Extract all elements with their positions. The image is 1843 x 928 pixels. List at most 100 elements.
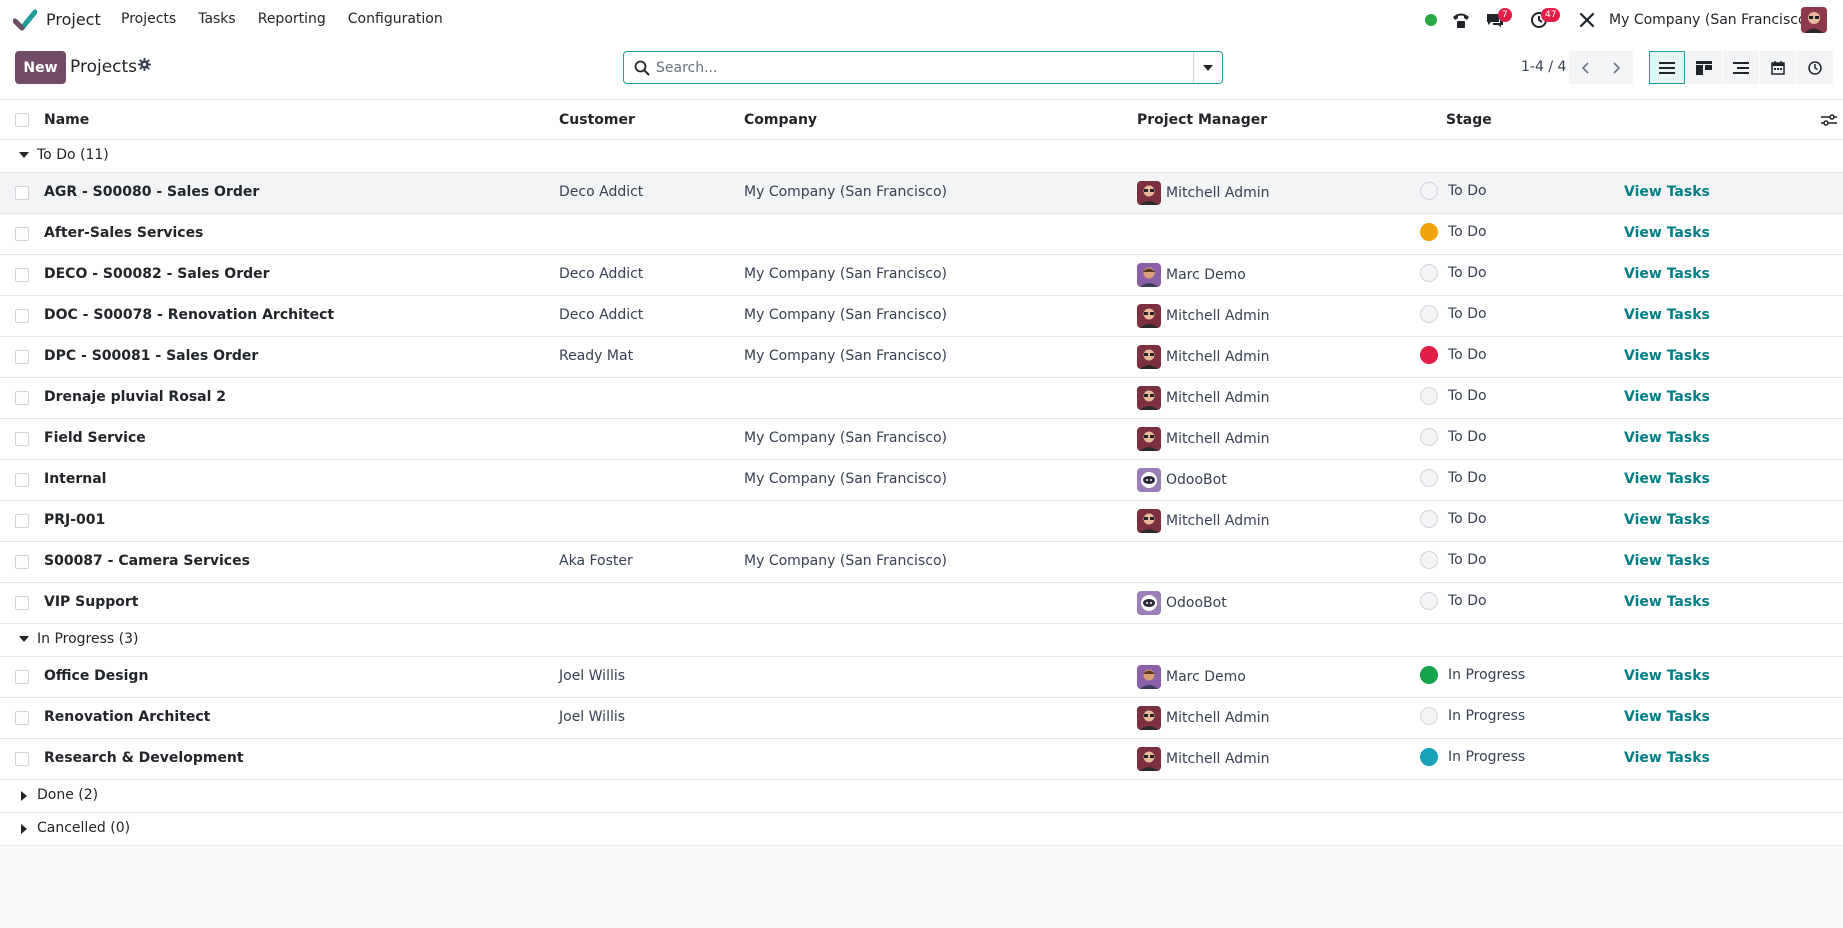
table-row[interactable]: DPC - S00081 - Sales Order Ready Mat My Co… — [0, 337, 1843, 378]
calendar-view-button[interactable] — [1760, 51, 1796, 84]
row-checkbox[interactable] — [15, 432, 29, 446]
project-manager-cell[interactable]: Mitchell Admin — [1137, 706, 1270, 730]
project-name[interactable]: DOC - S00078 - Renovation Architect — [44, 307, 334, 323]
color-status-icon[interactable] — [1420, 469, 1438, 487]
user-avatar[interactable] — [1801, 7, 1827, 33]
table-row[interactable]: AGR - S00080 - Sales Order Deco Addict My … — [0, 173, 1843, 214]
group-done[interactable]: Done (2) — [0, 780, 1843, 813]
project-name[interactable]: Renovation Architect — [44, 709, 210, 725]
table-row[interactable]: DECO - S00082 - Sales Order Deco Addict My… — [0, 255, 1843, 296]
project-name[interactable]: VIP Support — [44, 594, 139, 610]
view-tasks-button[interactable]: View Tasks — [1624, 553, 1710, 569]
search-options-toggle[interactable] — [1193, 52, 1222, 83]
project-app-icon[interactable] — [13, 9, 37, 31]
project-name[interactable]: Research & Development — [44, 750, 244, 766]
view-tasks-button[interactable]: View Tasks — [1624, 709, 1710, 725]
menu-configuration[interactable]: Configuration — [348, 11, 443, 27]
row-checkbox[interactable] — [15, 227, 29, 241]
view-tasks-button[interactable]: View Tasks — [1624, 594, 1710, 610]
project-manager-cell[interactable]: Mitchell Admin — [1137, 509, 1270, 533]
row-checkbox[interactable] — [15, 268, 29, 282]
group-cancelled[interactable]: Cancelled (0) — [0, 813, 1843, 846]
project-name[interactable]: Field Service — [44, 430, 146, 446]
view-tasks-button[interactable]: View Tasks — [1624, 512, 1710, 528]
row-checkbox[interactable] — [15, 514, 29, 528]
view-tasks-button[interactable]: View Tasks — [1624, 307, 1710, 323]
view-tasks-button[interactable]: View Tasks — [1624, 750, 1710, 766]
project-name[interactable]: Internal — [44, 471, 106, 487]
pager-previous-button[interactable] — [1569, 51, 1601, 84]
color-status-icon[interactable] — [1420, 346, 1438, 364]
project-manager-cell[interactable]: Mitchell Admin — [1137, 181, 1270, 205]
table-row[interactable]: DOC - S00078 - Renovation Architect Deco … — [0, 296, 1843, 337]
project-name[interactable]: PRJ-001 — [44, 512, 105, 528]
new-button[interactable]: New — [15, 51, 66, 84]
table-row[interactable]: Internal My Company (San Francisco) OdooBo… — [0, 460, 1843, 501]
menu-projects[interactable]: Projects — [121, 11, 176, 27]
view-tasks-button[interactable]: View Tasks — [1624, 430, 1710, 446]
row-checkbox[interactable] — [15, 391, 29, 405]
project-name[interactable]: DPC - S00081 - Sales Order — [44, 348, 258, 364]
color-status-icon[interactable] — [1420, 748, 1438, 766]
row-checkbox[interactable] — [15, 752, 29, 766]
color-status-icon[interactable] — [1420, 428, 1438, 446]
table-row[interactable]: Research & Development Mitchell Admin In P… — [0, 739, 1843, 780]
table-row[interactable]: PRJ-001 Mitchell Admin To Do View Tasks — [0, 501, 1843, 542]
column-name[interactable]: Name — [44, 112, 89, 128]
pager-value[interactable]: 1-4 / 4 — [1521, 59, 1566, 75]
project-manager-cell[interactable]: OdooBot — [1137, 468, 1227, 492]
project-manager-cell[interactable]: Marc Demo — [1137, 263, 1246, 287]
row-checkbox[interactable] — [15, 596, 29, 610]
row-checkbox[interactable] — [15, 350, 29, 364]
table-row[interactable]: VIP Support OdooBot To Do View Tasks — [0, 583, 1843, 624]
row-checkbox[interactable] — [15, 309, 29, 323]
row-checkbox[interactable] — [15, 711, 29, 725]
color-status-icon[interactable] — [1420, 707, 1438, 725]
column-project-manager[interactable]: Project Manager — [1137, 112, 1267, 128]
color-status-icon[interactable] — [1420, 666, 1438, 684]
color-status-icon[interactable] — [1420, 551, 1438, 569]
color-status-icon[interactable] — [1420, 387, 1438, 405]
menu-reporting[interactable]: Reporting — [258, 11, 326, 27]
project-name[interactable]: AGR - S00080 - Sales Order — [44, 184, 259, 200]
project-name[interactable]: Drenaje pluvial Rosal 2 — [44, 389, 226, 405]
optional-columns-icon[interactable] — [1821, 113, 1837, 131]
table-row[interactable]: Field Service My Company (San Francisco) M… — [0, 419, 1843, 460]
table-row[interactable]: After-Sales Services To Do View Tasks — [0, 214, 1843, 255]
table-row[interactable]: S00087 - Camera Services Aka Foster My Com… — [0, 542, 1843, 583]
row-checkbox[interactable] — [15, 555, 29, 569]
color-status-icon[interactable] — [1420, 510, 1438, 528]
table-row[interactable]: Renovation Architect Joel Willis Mitchell … — [0, 698, 1843, 739]
project-manager-cell[interactable]: OdooBot — [1137, 591, 1227, 615]
pager-next-button[interactable] — [1601, 51, 1633, 84]
column-stage[interactable]: Stage — [1446, 112, 1492, 128]
table-row[interactable]: Drenaje pluvial Rosal 2 Mitchell Admin To … — [0, 378, 1843, 419]
color-status-icon[interactable] — [1420, 592, 1438, 610]
gantt-view-button[interactable] — [1723, 51, 1759, 84]
row-checkbox[interactable] — [15, 186, 29, 200]
row-checkbox[interactable] — [15, 670, 29, 684]
view-tasks-button[interactable]: View Tasks — [1624, 668, 1710, 684]
row-checkbox[interactable] — [15, 473, 29, 487]
project-manager-cell[interactable]: Mitchell Admin — [1137, 304, 1270, 328]
view-tasks-button[interactable]: View Tasks — [1624, 348, 1710, 364]
project-manager-cell[interactable]: Mitchell Admin — [1137, 386, 1270, 410]
project-name[interactable]: After-Sales Services — [44, 225, 203, 241]
presence-status-icon[interactable] — [1425, 14, 1437, 26]
project-manager-cell[interactable]: Mitchell Admin — [1137, 427, 1270, 451]
company-switcher[interactable]: My Company (San Francisco) — [1609, 12, 1812, 28]
view-tasks-button[interactable]: View Tasks — [1624, 266, 1710, 282]
group-todo[interactable]: To Do (11) — [0, 140, 1843, 173]
column-company[interactable]: Company — [744, 112, 817, 128]
color-status-icon[interactable] — [1420, 305, 1438, 323]
project-manager-cell[interactable]: Mitchell Admin — [1137, 345, 1270, 369]
view-tasks-button[interactable]: View Tasks — [1624, 389, 1710, 405]
menu-tasks[interactable]: Tasks — [198, 11, 236, 27]
group-in-progress[interactable]: In Progress (3) — [0, 624, 1843, 657]
kanban-view-button[interactable] — [1686, 51, 1722, 84]
view-tasks-button[interactable]: View Tasks — [1624, 225, 1710, 241]
column-customer[interactable]: Customer — [559, 112, 635, 128]
activity-view-button[interactable] — [1797, 51, 1833, 84]
search-input[interactable] — [656, 58, 1196, 78]
select-all-checkbox[interactable] — [15, 113, 29, 127]
